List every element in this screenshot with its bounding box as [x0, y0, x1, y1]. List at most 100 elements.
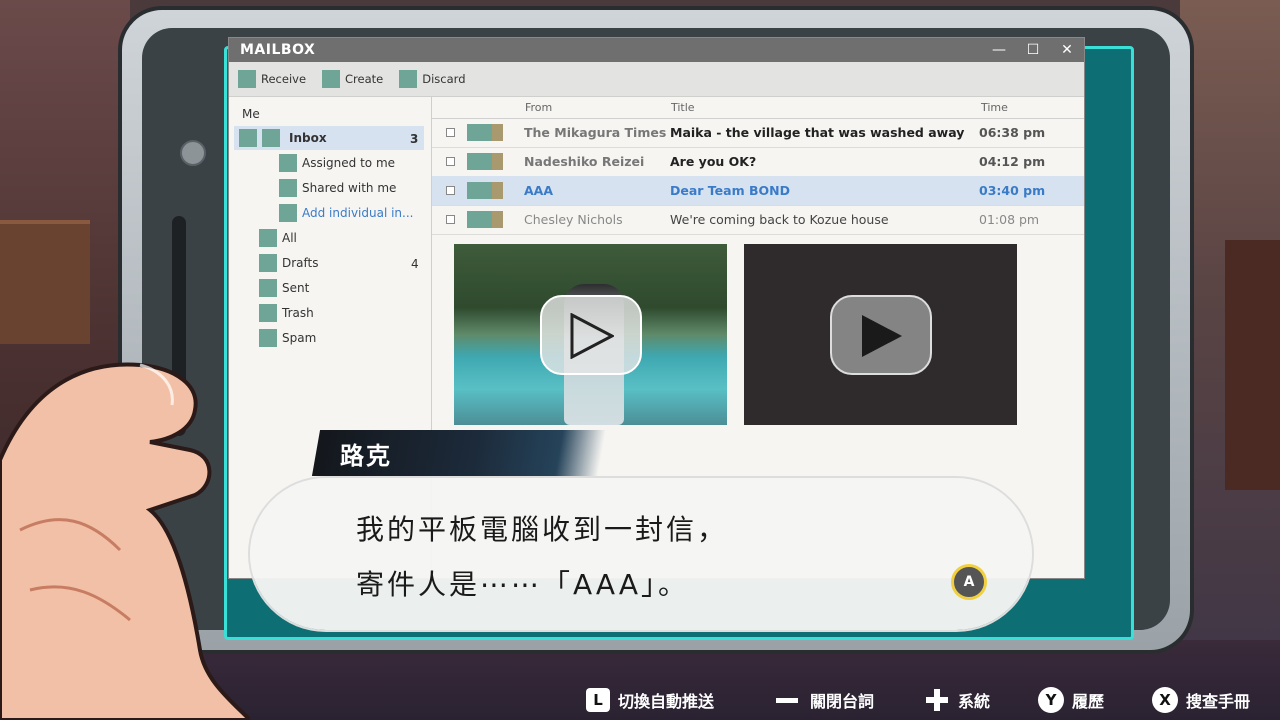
x-button-icon: X [1152, 687, 1178, 713]
mail-time: 06:38 pm [979, 125, 1046, 140]
control-history[interactable]: Y 履歷 [1038, 686, 1104, 714]
window-title: MAILBOX [240, 42, 316, 58]
plus-button-icon [926, 689, 948, 711]
mail-from: Chesley Nichols [524, 212, 623, 227]
dialogue-bubble[interactable] [250, 478, 1032, 630]
sender-avatar-icon [467, 182, 503, 199]
mail-row-selected[interactable]: AAA Dear Team BOND 03:40 pm [432, 176, 1084, 206]
mail-checkbox[interactable] [446, 128, 455, 137]
mail-list: From Title Time The Mikagura Times Maika… [432, 96, 1084, 236]
background-right [1180, 0, 1280, 720]
sidebar-item-all[interactable]: All [259, 229, 297, 247]
sender-avatar-icon [467, 124, 503, 141]
mail-checkbox[interactable] [446, 215, 455, 224]
y-button-icon: Y [1038, 687, 1064, 713]
create-label: Create [345, 72, 384, 86]
mail-title: Are you OK? [670, 154, 757, 169]
mail-from: The Mikagura Times [524, 125, 667, 140]
assigned-label: Assigned to me [302, 156, 396, 170]
control-auto-advance[interactable]: L 切換自動推送 [586, 686, 714, 714]
receive-icon [238, 70, 256, 88]
sidebar-item-add-individual[interactable]: Add individual in... [279, 204, 413, 222]
mail-title: Dear Team BOND [670, 183, 790, 198]
drafts-count: 4 [411, 257, 419, 271]
receive-button[interactable]: Receive [238, 70, 306, 88]
sender-avatar-icon [467, 211, 503, 228]
column-from[interactable]: From [525, 101, 552, 114]
dialogue-line-2: 寄件人是⋯⋯「AAA」。 [356, 568, 690, 601]
shared-folder-icon [279, 179, 297, 197]
create-icon [322, 70, 341, 88]
control-label: 切換自動推送 [618, 692, 715, 711]
control-hide-dialogue[interactable]: 關閉台詞 [776, 686, 874, 714]
control-label: 系統 [958, 692, 991, 711]
video-attachment-1[interactable] [454, 244, 727, 425]
sidebar-item-inbox-content[interactable]: Inbox [239, 129, 327, 147]
background-door [1225, 240, 1280, 490]
spam-folder-icon [259, 329, 277, 347]
play-icon[interactable] [829, 294, 932, 375]
speaker-name: 路克 [340, 442, 392, 470]
mail-from: AAA [524, 183, 554, 198]
control-label: 搜查手冊 [1186, 692, 1251, 711]
inbox-label: Inbox [289, 131, 327, 145]
trash-folder-icon [259, 304, 277, 322]
discard-button[interactable]: Discard [399, 70, 466, 88]
sidebar-item-spam[interactable]: Spam [259, 329, 316, 347]
column-time[interactable]: Time [981, 101, 1008, 114]
close-button[interactable]: ✕ [1050, 38, 1084, 62]
sent-label: Sent [282, 281, 310, 295]
control-case-file[interactable]: X 搜查手冊 [1152, 686, 1250, 714]
maximize-button[interactable]: ☐ [1016, 38, 1050, 62]
inbox-count: 3 [410, 132, 419, 146]
mail-time: 01:08 pm [979, 212, 1040, 227]
mail-list-header: From Title Time [432, 96, 1084, 119]
column-title[interactable]: Title [671, 101, 695, 114]
sidebar-item-drafts[interactable]: Drafts [259, 254, 319, 272]
spam-label: Spam [282, 331, 317, 345]
video-attachment-2[interactable] [744, 244, 1017, 425]
tablet-camera-icon [180, 140, 206, 166]
minus-button-icon [776, 697, 798, 703]
shared-label: Shared with me [302, 181, 397, 195]
control-label: 關閉台詞 [810, 692, 875, 711]
sent-folder-icon [259, 279, 277, 297]
minimize-button[interactable]: — [982, 38, 1016, 62]
mail-checkbox[interactable] [446, 157, 455, 166]
sidebar-item-assigned[interactable]: Assigned to me [279, 154, 395, 172]
inbox-sub-icon [262, 129, 280, 147]
all-folder-icon [259, 229, 277, 247]
all-label: All [282, 231, 297, 245]
control-system[interactable]: 系統 [926, 686, 990, 714]
create-button[interactable]: Create [322, 70, 383, 88]
sidebar-account: Me [242, 107, 260, 121]
mail-time: 04:12 pm [979, 154, 1046, 169]
mail-title: We're coming back to Kozue house [670, 212, 889, 227]
sidebar-item-sent[interactable]: Sent [259, 279, 309, 297]
l-button-icon: L [586, 688, 610, 712]
background-wall-panel [0, 220, 90, 344]
drafts-label: Drafts [282, 256, 319, 270]
receive-label: Receive [261, 72, 307, 86]
sidebar-item-shared[interactable]: Shared with me [279, 179, 396, 197]
sidebar-item-trash[interactable]: Trash [259, 304, 314, 322]
discard-icon [399, 70, 418, 88]
sender-avatar-icon [467, 153, 503, 170]
mail-checkbox[interactable] [446, 186, 455, 195]
mail-title: Maika - the village that was washed away [670, 125, 965, 140]
mail-row[interactable]: Nadeshiko Reizei Are you OK? 04:12 pm [432, 147, 1084, 177]
control-label: 履歷 [1072, 692, 1105, 711]
mail-toolbar: Receive Create Discard [229, 62, 1084, 97]
assigned-folder-icon [279, 154, 297, 172]
drafts-folder-icon [259, 254, 277, 272]
window-titlebar: MAILBOX — ☐ ✕ [229, 38, 1084, 62]
play-icon[interactable] [539, 294, 642, 375]
advance-a-button-icon[interactable]: A [951, 564, 987, 600]
discard-label: Discard [422, 72, 466, 86]
mail-time: 03:40 pm [979, 183, 1046, 198]
dialogue-line-1: 我的平板電腦收到一封信， [356, 513, 729, 546]
mail-row[interactable]: Chesley Nichols We're coming back to Koz… [432, 205, 1084, 235]
trash-label: Trash [282, 306, 314, 320]
mail-from: Nadeshiko Reizei [524, 154, 645, 169]
mail-row[interactable]: The Mikagura Times Maika - the village t… [432, 118, 1084, 148]
